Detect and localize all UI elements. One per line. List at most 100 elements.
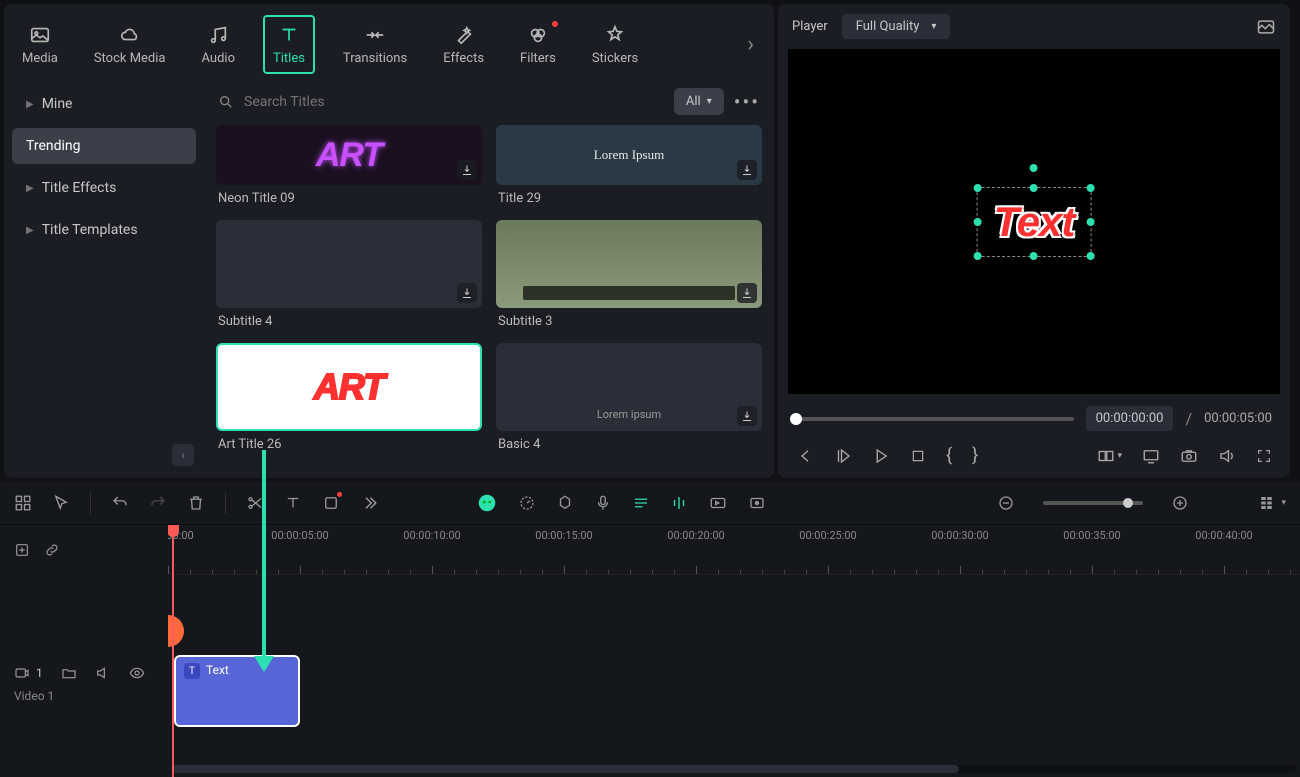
- zoom-out-button[interactable]: [997, 494, 1015, 512]
- track-count: 1: [36, 666, 43, 680]
- sidebar-item-title-effects[interactable]: ▶Title Effects: [12, 170, 196, 206]
- text-clip[interactable]: T Text: [174, 655, 300, 727]
- text-tool-button[interactable]: [284, 494, 302, 512]
- display-button[interactable]: [1142, 447, 1160, 465]
- download-icon[interactable]: [737, 160, 757, 180]
- title-card[interactable]: Lorem Ipsum Title 29: [496, 125, 762, 206]
- download-icon[interactable]: [737, 283, 757, 303]
- prev-frame-button[interactable]: [796, 447, 814, 465]
- progress-row: 00:00:00:00 / 00:00:05:00: [796, 406, 1272, 431]
- text-icon: [277, 23, 301, 47]
- play-button[interactable]: [872, 447, 890, 465]
- layout-button[interactable]: [14, 494, 32, 512]
- track-body[interactable]: 00:00 00:00:05:00 00:00:10:00 00:00:15:0…: [168, 525, 1300, 777]
- resize-handle[interactable]: [974, 218, 982, 226]
- voice-button[interactable]: [594, 494, 612, 512]
- tab-stickers[interactable]: Stickers: [584, 17, 646, 72]
- compare-button[interactable]: ▾: [1097, 447, 1122, 465]
- fullscreen-button[interactable]: [1256, 448, 1272, 464]
- title-card[interactable]: ART Neon Title 09: [216, 125, 482, 206]
- link-button[interactable]: [44, 542, 60, 558]
- filter-dropdown[interactable]: All▾: [674, 88, 724, 115]
- tab-stock[interactable]: Stock Media: [86, 17, 174, 72]
- sidebar-item-title-templates[interactable]: ▶Title Templates: [12, 212, 196, 248]
- playback-controls: { } ▾: [796, 445, 1272, 466]
- progress-slider[interactable]: [796, 417, 1074, 421]
- keyframe-button[interactable]: [670, 494, 688, 512]
- track-1-header[interactable]: 1 Video 1: [0, 655, 168, 777]
- delete-button[interactable]: [187, 494, 205, 512]
- zoom-slider[interactable]: [1043, 501, 1143, 505]
- download-icon[interactable]: [737, 406, 757, 426]
- mark-in-button[interactable]: {: [946, 445, 952, 466]
- volume-button[interactable]: [1218, 447, 1236, 465]
- ai-button[interactable]: [476, 492, 498, 514]
- title-card[interactable]: Subtitle 3: [496, 220, 762, 329]
- view-mode-button[interactable]: ▾: [1259, 494, 1286, 512]
- screenshot-button[interactable]: [1180, 447, 1198, 465]
- resize-handle[interactable]: [1086, 252, 1094, 260]
- tab-titles[interactable]: Titles: [263, 15, 315, 74]
- audio-mixer-button[interactable]: [632, 494, 650, 512]
- zoom-handle[interactable]: [1123, 498, 1133, 508]
- title-card-selected[interactable]: ART Art Title 26: [216, 343, 482, 452]
- render-button[interactable]: [708, 494, 728, 512]
- more-tools-button[interactable]: [360, 494, 378, 512]
- tab-effects[interactable]: Effects: [435, 17, 492, 72]
- card-label: Neon Title 09: [216, 191, 482, 206]
- horizontal-scrollbar[interactable]: [172, 765, 1296, 773]
- speed-button[interactable]: [518, 494, 536, 512]
- effects-icon: [452, 23, 476, 47]
- annotation-arrow: [262, 450, 266, 660]
- marker-button[interactable]: [556, 494, 574, 512]
- playback-bar: 00:00:00:00 / 00:00:05:00 { } ▾: [778, 394, 1290, 478]
- snapshot-icon[interactable]: [1256, 17, 1276, 37]
- title-card[interactable]: Subtitle 4: [216, 220, 482, 329]
- tab-filters-label: Filters: [520, 51, 556, 66]
- quality-dropdown[interactable]: Full Quality▾: [842, 14, 951, 39]
- tab-transitions[interactable]: Transitions: [335, 17, 415, 72]
- time-ruler[interactable]: 00:00 00:00:05:00 00:00:10:00 00:00:15:0…: [168, 525, 1300, 575]
- title-card[interactable]: Lorem ipsum Basic 4: [496, 343, 762, 452]
- scrollbar-thumb[interactable]: [172, 765, 959, 773]
- zoom-in-button[interactable]: [1171, 494, 1189, 512]
- sidebar-collapse[interactable]: ‹: [172, 444, 194, 466]
- resize-handle[interactable]: [1030, 184, 1038, 192]
- more-options[interactable]: •••: [734, 90, 760, 114]
- crop-button[interactable]: [322, 494, 340, 512]
- resize-handle[interactable]: [1030, 252, 1038, 260]
- download-icon[interactable]: [457, 160, 477, 180]
- playhead[interactable]: [172, 525, 174, 777]
- play-forward-button[interactable]: [834, 447, 852, 465]
- titles-browser: All▾ ••• ART Neon Title 09 Lorem Ipsum T…: [204, 76, 774, 478]
- sidebar-item-mine[interactable]: ▶Mine: [12, 86, 196, 122]
- rotate-handle[interactable]: [1030, 164, 1038, 172]
- record-button[interactable]: [748, 494, 766, 512]
- visibility-button[interactable]: [129, 665, 145, 681]
- folder-icon[interactable]: [61, 665, 77, 681]
- text-element[interactable]: Text: [977, 187, 1092, 257]
- mark-out-button[interactable]: }: [972, 445, 978, 466]
- resize-handle[interactable]: [974, 184, 982, 192]
- cursor-button[interactable]: [52, 494, 70, 512]
- sidebar-item-trending[interactable]: Trending: [12, 128, 196, 164]
- preview-canvas[interactable]: Text: [788, 49, 1280, 394]
- download-icon[interactable]: [457, 283, 477, 303]
- resize-handle[interactable]: [1086, 218, 1094, 226]
- add-track-button[interactable]: [14, 542, 30, 558]
- tabs-more[interactable]: ›: [737, 32, 764, 57]
- music-icon: [206, 23, 230, 47]
- tab-audio[interactable]: Audio: [194, 17, 243, 72]
- filters-icon: [526, 23, 550, 47]
- media-icon: [28, 23, 52, 47]
- redo-button[interactable]: [149, 494, 167, 512]
- resize-handle[interactable]: [974, 252, 982, 260]
- mute-button[interactable]: [95, 665, 111, 681]
- cut-marker[interactable]: [168, 615, 184, 647]
- progress-handle[interactable]: [790, 413, 802, 425]
- undo-button[interactable]: [111, 494, 129, 512]
- resize-handle[interactable]: [1086, 184, 1094, 192]
- stop-button[interactable]: [910, 448, 926, 464]
- search-input[interactable]: [244, 94, 664, 110]
- tab-media[interactable]: Media: [14, 17, 66, 72]
